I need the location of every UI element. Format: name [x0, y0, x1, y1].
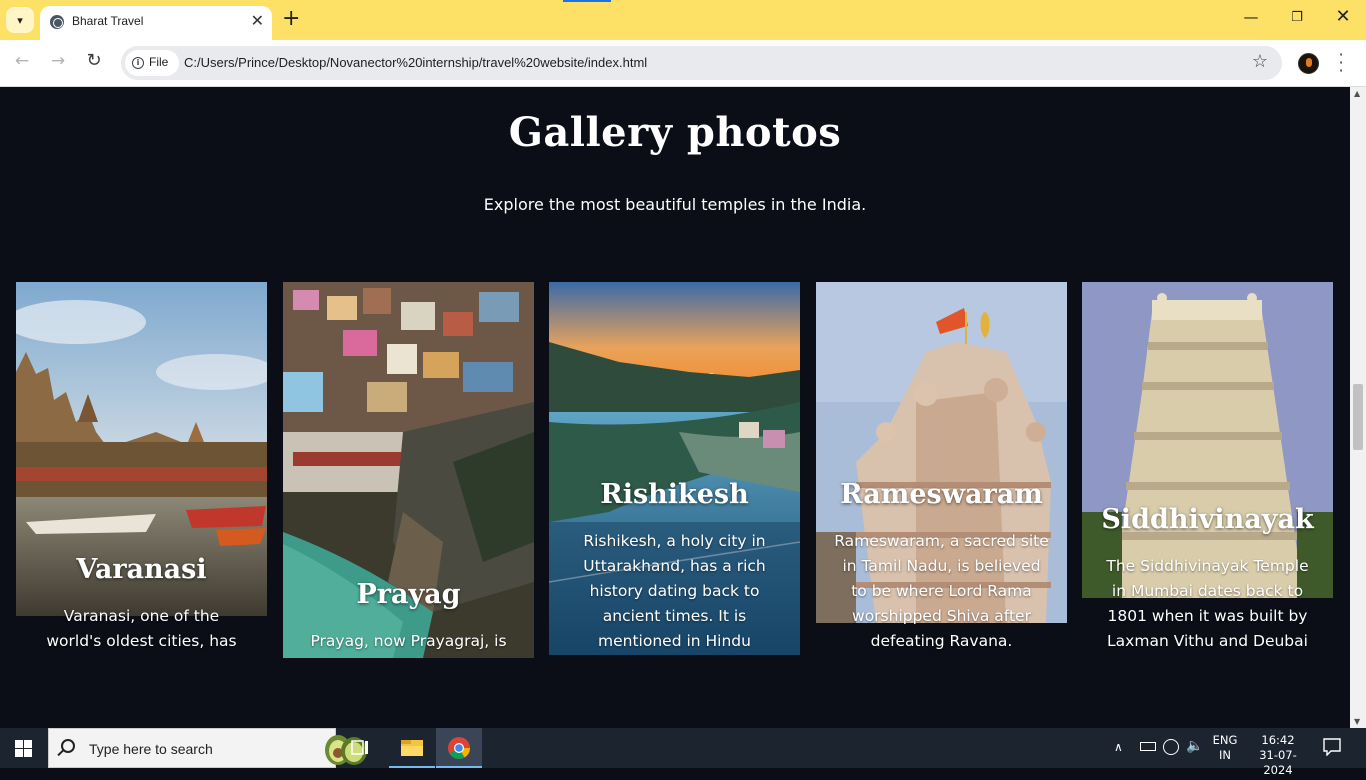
loading-indicator [563, 0, 611, 2]
volume-icon[interactable]: 🔈 [1186, 738, 1203, 778]
battery-icon[interactable] [1140, 742, 1156, 751]
card-description: Rameswaram, a sacred site in Tamil Nadu,… [834, 532, 1049, 650]
forward-button[interactable]: → [47, 51, 69, 71]
clock-date: 31-07-2024 [1259, 748, 1297, 777]
url-text[interactable]: C:/Users/Prince/Desktop/Novanector%20int… [184, 55, 647, 70]
card-title: Varanasi [76, 554, 207, 585]
scroll-thumb[interactable] [1353, 384, 1363, 450]
close-window-button[interactable]: ✕ [1320, 6, 1366, 27]
card-description: The Siddhivinayak Temple in Mumbai dates… [1106, 557, 1309, 650]
page-content: Gallery photos Explore the most beautifu… [0, 87, 1350, 728]
profile-avatar[interactable] [1298, 53, 1319, 74]
scroll-up-arrow-icon[interactable]: ▲ [1354, 89, 1360, 98]
card-description: Rishikesh, a holy city in Uttarakhand, h… [583, 532, 766, 650]
notification-center-icon[interactable] [1322, 738, 1342, 757]
kebab-menu-icon[interactable]: · · · [1336, 47, 1346, 79]
globe-icon [50, 15, 64, 29]
chevron-down-icon: ▾ [17, 13, 23, 27]
windows-taskbar: Type here to search ∧ 🔈 ENG IN 16:42 31-… [0, 728, 1366, 777]
tab-search-button[interactable]: ▾ [6, 7, 34, 33]
language-code: ENG [1212, 733, 1238, 747]
search-icon [61, 739, 75, 753]
info-icon: i [132, 57, 144, 69]
page-title: Gallery photos [508, 109, 842, 156]
card-description: Prayag, now Prayagraj, is [310, 632, 507, 650]
arrow-left-icon: ← [14, 51, 30, 71]
search-placeholder: Type here to search [89, 741, 213, 757]
minimize-button[interactable]: — [1228, 8, 1274, 26]
taskbar-clock[interactable]: 16:42 31-07-2024 [1246, 733, 1310, 777]
show-hidden-icons-chevron-icon[interactable]: ∧ [1114, 740, 1123, 780]
clock-time: 16:42 [1261, 733, 1295, 747]
region-code: IN [1219, 748, 1231, 762]
vertical-scrollbar[interactable]: ▲ ▼ [1350, 87, 1366, 728]
new-tab-button[interactable]: + [282, 7, 300, 31]
scroll-down-arrow-icon[interactable]: ▼ [1354, 717, 1360, 726]
browser-toolbar: ← → ↻ i File C:/Users/Prince/Desktop/Nov… [0, 40, 1366, 87]
siddhivinayak-photo [1082, 282, 1333, 598]
file-explorer-icon[interactable] [389, 728, 435, 768]
card-title: Rishikesh [600, 479, 749, 510]
network-globe-icon[interactable] [1163, 739, 1179, 755]
language-indicator[interactable]: ENG IN [1206, 733, 1244, 773]
chrome-icon[interactable] [436, 728, 482, 768]
tab-strip: ▾ Bharat Travel ✕ + — ❐ ✕ [0, 0, 1366, 40]
card-title: Prayag [356, 579, 461, 610]
address-bar[interactable]: i File C:/Users/Prince/Desktop/Novanecto… [121, 46, 1282, 80]
card-title: Siddhivinayak [1101, 504, 1314, 535]
card-title: Rameswaram [840, 479, 1043, 510]
arrow-right-icon: → [50, 51, 66, 71]
taskbar-search-box[interactable]: Type here to search [48, 728, 367, 768]
task-view-icon[interactable] [337, 728, 383, 768]
windows-start-icon[interactable] [15, 740, 33, 757]
page-subtitle: Explore the most beautiful temples in th… [483, 195, 867, 214]
card-description: Varanasi, one of the world's oldest citi… [46, 607, 237, 650]
reload-button[interactable]: ↻ [83, 50, 105, 71]
site-info-label: File [149, 55, 169, 69]
browser-tab[interactable]: Bharat Travel ✕ [40, 6, 272, 40]
back-button[interactable]: ← [11, 51, 33, 71]
restore-button[interactable]: ❐ [1274, 10, 1320, 25]
bookmark-star-icon[interactable]: ☆ [1252, 51, 1268, 72]
tab-title: Bharat Travel [72, 14, 144, 28]
tab-close-button[interactable]: ✕ [251, 11, 264, 31]
site-info-chip[interactable]: i File [125, 50, 179, 76]
reload-icon: ↻ [86, 50, 102, 71]
